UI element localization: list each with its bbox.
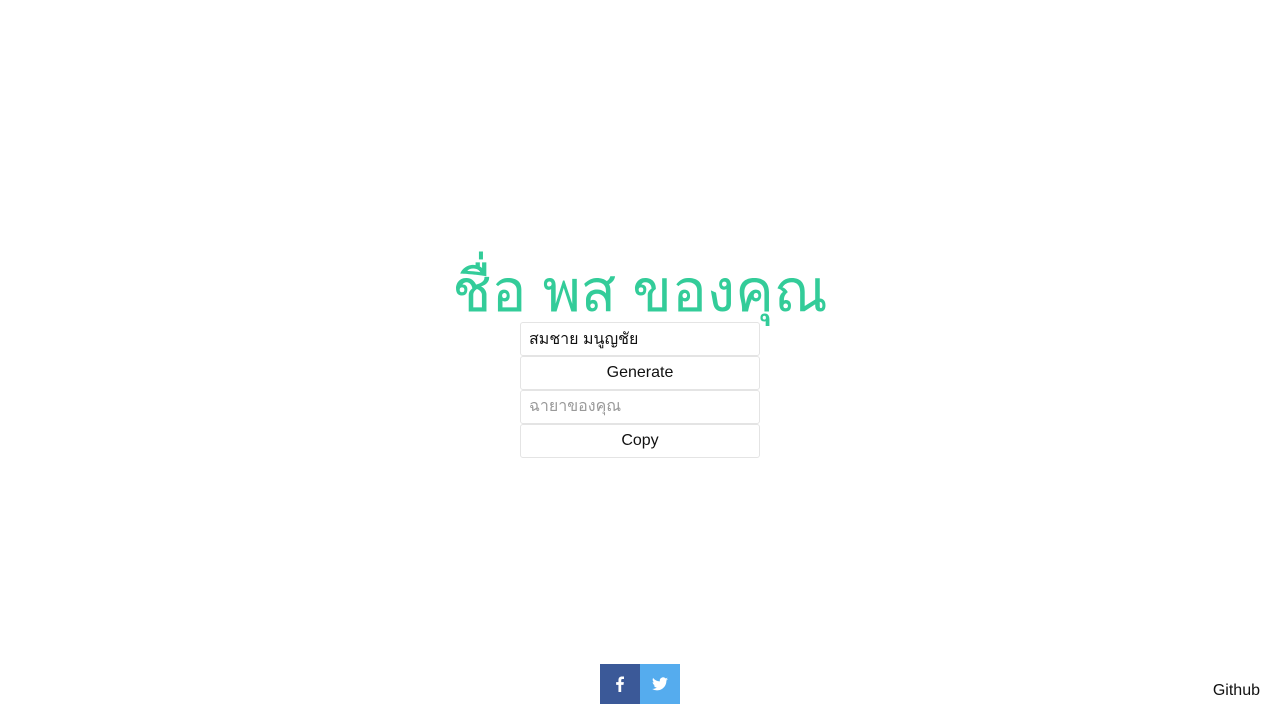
facebook-share-button[interactable]: [600, 664, 640, 704]
name-input[interactable]: [520, 322, 760, 356]
alias-output-field[interactable]: [520, 390, 760, 424]
generator-form: Generate Copy: [520, 322, 760, 458]
twitter-share-button[interactable]: [640, 664, 680, 704]
facebook-icon: [616, 676, 624, 692]
page-title: ชื่อ พส ของคุณ: [452, 259, 828, 324]
twitter-icon: [652, 677, 668, 691]
page: ชื่อ พส ของคุณ Generate Copy Github: [0, 0, 1280, 720]
github-link[interactable]: Github: [1213, 682, 1260, 700]
generate-button[interactable]: Generate: [520, 356, 760, 390]
copy-button[interactable]: Copy: [520, 424, 760, 458]
share-buttons: [600, 664, 680, 704]
